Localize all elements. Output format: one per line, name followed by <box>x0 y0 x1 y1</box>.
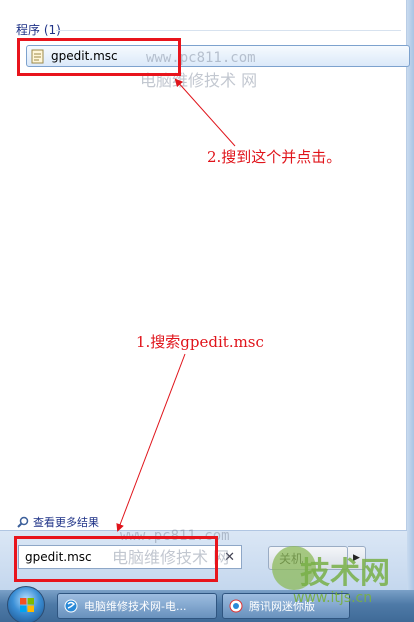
watermark-site-url: www.itjs.cn <box>293 590 373 606</box>
results-group-header: 程序 (1) <box>16 23 61 37</box>
see-more-label: 查看更多结果 <box>33 516 99 529</box>
annotation-box-search <box>14 536 218 582</box>
taskbar-item-browser[interactable]: 电脑维修技术网-电... <box>57 593 217 619</box>
search-icon <box>17 516 29 528</box>
start-button[interactable] <box>7 586 45 622</box>
taskbar-item-label: 电脑维修技术网-电... <box>84 600 187 613</box>
annotation-step-2: 2.搜到这个并点击。 <box>207 148 342 166</box>
browser-icon <box>64 599 78 613</box>
watermark-logo-text: 技术网 <box>300 556 390 591</box>
start-menu-right-pane <box>407 0 414 590</box>
annotation-box-result <box>17 38 181 76</box>
group-divider <box>56 30 401 31</box>
news-app-icon <box>229 599 243 613</box>
windows-logo-icon <box>20 598 34 612</box>
annotation-step-1: 1.搜索gpedit.msc <box>136 333 264 351</box>
see-more-results-link[interactable]: 查看更多结果 <box>17 514 99 530</box>
